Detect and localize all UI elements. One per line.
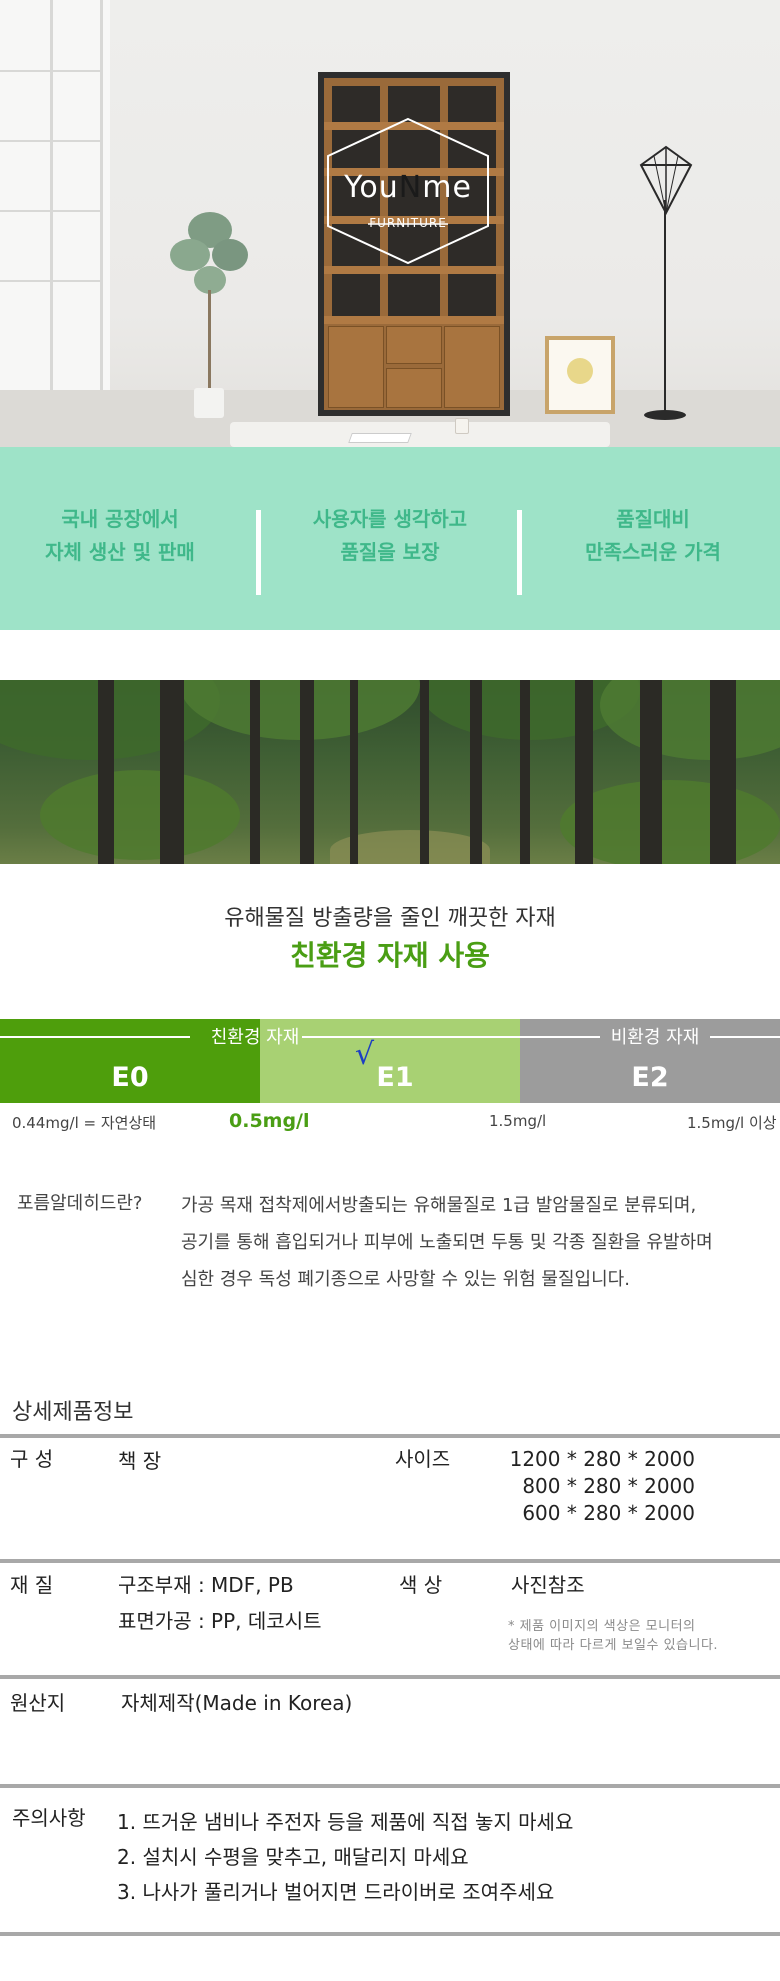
value-e2-plus: 1.5mg/l 이상 xyxy=(687,1114,777,1132)
check-mark-icon: √ xyxy=(355,1037,375,1072)
feature-item: 품질대비 만족스러운 가격 xyxy=(585,507,721,564)
formaldehyde-description: 가공 목재 접착제에서방출되는 유해물질로 1급 발암물질로 분류되며, 공기를… xyxy=(181,1195,713,1290)
eco-group-label: 친환경 자재 xyxy=(210,1027,300,1048)
feature-item: 사용자를 생각하고 품질을 보장 xyxy=(312,507,468,564)
book xyxy=(348,433,412,443)
origin-label: 원산지 xyxy=(10,1691,66,1715)
formaldehyde-label: 포름알데히드란? xyxy=(17,1193,143,1214)
forest-photo xyxy=(0,680,780,864)
divider xyxy=(256,510,261,595)
plant-pot xyxy=(194,388,224,418)
grade-label-e1: E1 xyxy=(376,1062,414,1093)
hero-photo: YouNme FURNITURE xyxy=(0,0,780,447)
eco-title: 친환경 자재 사용 xyxy=(290,939,490,972)
color-value: 사진참조 xyxy=(511,1573,585,1597)
table-divider xyxy=(0,1784,780,1788)
table-divider xyxy=(0,1932,780,1936)
list-item: 2. 설치시 수평을 맞추고, 매달리지 마세요 xyxy=(117,1845,469,1869)
emission-grade-scale: 친환경 자재 비환경 자재 E0 E1 E2 √ xyxy=(0,1019,780,1103)
brand-name: YouNme xyxy=(344,170,472,205)
color-label: 색 상 xyxy=(399,1573,443,1597)
caution-label: 주의사항 xyxy=(12,1806,86,1830)
feature-item: 국내 공장에서 자체 생산 및 판매 xyxy=(45,507,195,564)
feature-band: 국내 공장에서 자체 생산 및 판매 사용자를 생각하고 품질을 보장 품질대비 만족… xyxy=(0,447,780,630)
divider xyxy=(517,510,522,595)
material-values: 구조부재 : MDF, PB 표면가공 : PP, 데코시트 xyxy=(118,1573,322,1633)
composition-value: 책 장 xyxy=(118,1449,162,1473)
material-label: 재 질 xyxy=(10,1573,54,1597)
composition-label: 구 성 xyxy=(10,1447,54,1471)
value-e1: 0.5mg/l xyxy=(229,1110,310,1132)
list-item: 1. 뜨거운 냄비나 주전자 등을 제품에 직접 놓지 마세요 xyxy=(117,1810,574,1834)
eco-subtitle: 유해물질 방출량을 줄인 깨끗한 자재 xyxy=(224,906,556,931)
size-label: 사이즈 xyxy=(395,1447,451,1471)
table-divider xyxy=(0,1559,780,1563)
lamp-icon xyxy=(636,145,696,216)
caution-list: 1. 뜨거운 냄비나 주전자 등을 제품에 직접 놓지 마세요 2. 설치시 수… xyxy=(117,1805,573,1910)
grade-label-e0: E0 xyxy=(111,1062,149,1093)
table-divider xyxy=(0,1675,780,1679)
list-item: 3. 나사가 풀리거나 벌어지면 드라이버로 조여주세요 xyxy=(117,1880,555,1904)
grade-label-e2: E2 xyxy=(631,1062,669,1093)
detail-title: 상세제품정보 xyxy=(12,1400,134,1425)
brand-subtitle: FURNITURE xyxy=(369,216,447,230)
table-divider xyxy=(0,1434,780,1438)
size-values: 1200 * 280 * 2000 800 * 280 * 2000 600 *… xyxy=(509,1447,695,1525)
value-e0: 0.44mg/l = 자연상태 xyxy=(12,1114,157,1132)
non-eco-group-label: 비환경 자재 xyxy=(610,1027,700,1048)
value-e2: 1.5mg/l xyxy=(489,1112,547,1130)
origin-value: 자체제작(Made in Korea) xyxy=(121,1691,353,1715)
picture-frame xyxy=(545,336,615,414)
color-note: * 제품 이미지의 색상은 모니터의 상태에 따라 다르게 보일수 있습니다. xyxy=(508,1619,719,1653)
cup xyxy=(455,418,469,434)
rug xyxy=(230,422,610,447)
window xyxy=(0,0,110,447)
